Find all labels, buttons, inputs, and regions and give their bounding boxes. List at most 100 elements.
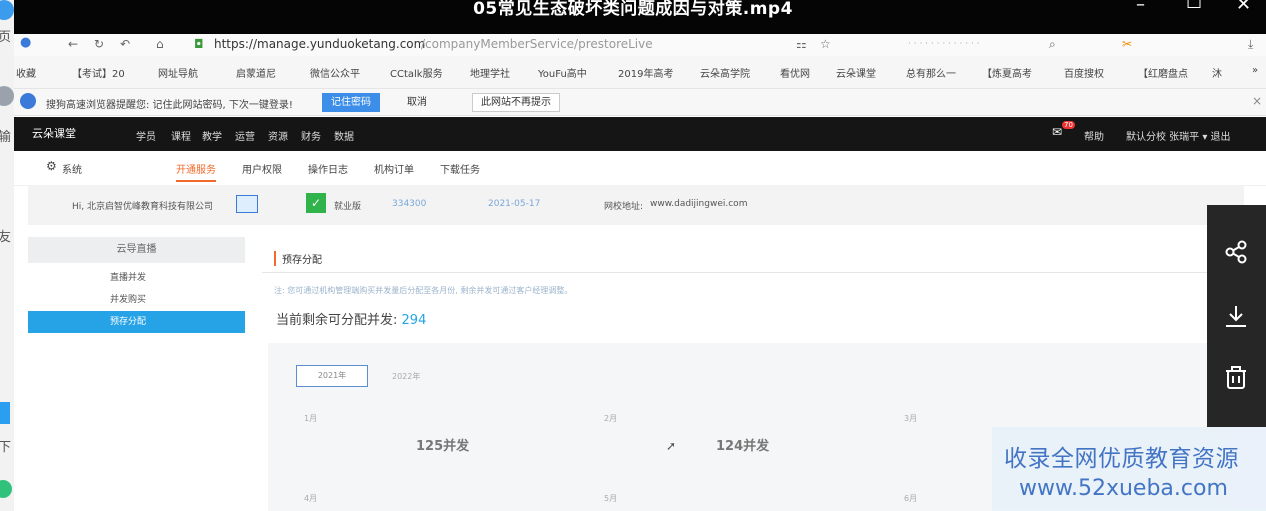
tab-user-permission[interactable]: 用户权限 xyxy=(242,161,282,176)
month-label: 3月 xyxy=(904,414,918,423)
home-icon[interactable]: ⌂ xyxy=(156,37,164,51)
password-prompt-text: 搜狗高速浏览器提醒您: 记住此网站密码, 下次一键登录! xyxy=(46,100,293,111)
tool-icon[interactable]: ✂ xyxy=(1122,37,1132,51)
close-prompt-icon[interactable]: × xyxy=(1252,94,1262,108)
bookmark[interactable]: 地理学社 xyxy=(470,65,510,80)
url-host[interactable]: https://manage.yunduoketang.com xyxy=(214,37,425,51)
brand-logo[interactable]: 云朵课堂 xyxy=(32,125,76,141)
bookmark[interactable]: 沐 xyxy=(1212,65,1222,80)
system-label: 系统 xyxy=(62,165,82,176)
month-label: 5月 xyxy=(604,494,618,503)
back-icon[interactable]: ← xyxy=(68,37,78,51)
maximize-button[interactable]: ☐ xyxy=(1186,0,1202,13)
address-bar[interactable]: ● ← ↻ ↶ ⌂ ◘ https://manage.yunduoketang.… xyxy=(14,34,1266,56)
bookmark[interactable]: 总有那么一 xyxy=(906,65,956,80)
share-icon[interactable] xyxy=(1223,239,1249,265)
nav-item[interactable]: 学员 xyxy=(136,128,156,143)
tip-text: 注: 您可通过机构管理端购买并发量后分配至各月份, 剩余并发可通过客户经理调整。 xyxy=(274,286,573,295)
strip-text: 友 xyxy=(0,230,12,245)
divider xyxy=(262,272,1242,273)
star-icon[interactable]: ☆ xyxy=(820,37,831,51)
tab-download-tasks[interactable]: 下载任务 xyxy=(440,161,480,176)
bookmark[interactable]: 网址导航 xyxy=(158,65,198,80)
bookmark[interactable]: 云朵课堂 xyxy=(836,65,876,80)
bookmark[interactable]: 启蒙道尼 xyxy=(236,65,276,80)
remaining-label: 当前剩余可分配并发: xyxy=(276,313,398,328)
left-panel-strip: 页 输 友 下 xyxy=(0,0,14,511)
grid-icon[interactable]: ⚏ xyxy=(796,37,807,51)
shield-icon: ● xyxy=(20,35,32,50)
bookmark[interactable]: 云朵高学院 xyxy=(700,65,750,80)
url-path[interactable]: /companyMemberService/prestoreLive xyxy=(421,37,653,51)
more-bookmarks-icon[interactable]: » xyxy=(1252,65,1258,76)
year-2022-button[interactable]: 2022年 xyxy=(392,371,420,382)
nav-item[interactable]: 运营 xyxy=(235,128,255,143)
message-badge: 70 xyxy=(1062,121,1075,129)
video-title: 05常见生态破坏类问题成因与对策.mp4 xyxy=(473,0,793,19)
cancel-button[interactable]: 取消 xyxy=(398,93,436,112)
help-link[interactable]: 帮助 xyxy=(1084,128,1104,143)
bookmarks-bar: 收藏 【考试】20 网址导航 启蒙道尼 微信公众平 CCtalk服务 地理学社 … xyxy=(14,56,1266,89)
info-icon xyxy=(20,93,36,109)
bookmark[interactable]: CCtalk服务 xyxy=(390,65,443,80)
watermark-line1: 收录全网优质教育资源 xyxy=(1004,446,1239,472)
check-badge-icon: ✓ xyxy=(306,193,326,213)
sidebar-item-concurrency-purchase[interactable]: 并发购买 xyxy=(28,289,245,311)
watermark-line2: www.52xueba.com xyxy=(1019,476,1228,501)
month-label: 6月 xyxy=(904,494,918,503)
bookmark[interactable]: 【考试】20 xyxy=(72,65,125,80)
gear-icon: ⚙ xyxy=(46,159,57,173)
month-value[interactable]: 125并发 xyxy=(416,435,469,454)
bookmark[interactable]: 百度搜权 xyxy=(1064,65,1104,80)
system-subnav: ⚙ 系统 开通服务 用户权限 操作日志 机构订单 下载任务 xyxy=(14,151,1266,186)
search-icon[interactable]: ⌕ xyxy=(1049,37,1056,52)
message-icon[interactable]: ✉ xyxy=(1052,125,1062,139)
bookmark[interactable]: 看优网 xyxy=(780,65,810,80)
sidebar-head: 云导直播 xyxy=(28,237,245,263)
undo-icon[interactable]: ↶ xyxy=(120,37,130,51)
video-side-toolbar xyxy=(1207,205,1266,427)
year-2021-button[interactable]: 2021年 xyxy=(296,365,368,387)
nav-item[interactable]: 资源 xyxy=(268,128,288,143)
user-icon xyxy=(0,86,14,106)
sidebar-item-live-concurrency[interactable]: 直播并发 xyxy=(28,267,245,289)
search-suggestion[interactable]: · · · · · · · · · · · · · xyxy=(908,39,980,49)
site-url[interactable]: www.dadijingwei.com xyxy=(650,199,747,209)
remaining-value: 294 xyxy=(401,313,427,328)
bookmark[interactable]: YouFu高中 xyxy=(538,65,587,80)
tab-org-orders[interactable]: 机构订单 xyxy=(374,161,414,176)
tab-open-service[interactable]: 开通服务 xyxy=(176,161,216,182)
user-menu[interactable]: 默认分校 张瑞平 ▾ 退出 xyxy=(1126,128,1231,143)
close-button[interactable]: ✕ xyxy=(1236,0,1251,15)
nav-item[interactable]: 教学 xyxy=(202,128,222,143)
bookmark[interactable]: 【炼夏高考 xyxy=(982,65,1032,80)
secure-icon: ◘ xyxy=(194,37,204,51)
download-icon[interactable]: ⤓ xyxy=(1248,37,1253,52)
trash-icon[interactable] xyxy=(1223,365,1249,391)
video-title-bar: 05常见生态破坏类问题成因与对策.mp4 – ☐ ✕ xyxy=(0,0,1266,34)
remaining-concurrency: 当前剩余可分配并发: 294 xyxy=(276,309,426,328)
never-remember-button[interactable]: 此网站不再提示 xyxy=(472,93,560,112)
expire-date: 2021-05-17 xyxy=(488,199,541,209)
bookmark[interactable]: 【红磨盘点 xyxy=(1138,65,1188,80)
minimize-button[interactable]: – xyxy=(1136,0,1145,15)
file-icon xyxy=(0,402,10,424)
vip-label: 就业版 xyxy=(334,202,362,212)
tab-operation-log[interactable]: 操作日志 xyxy=(308,161,348,176)
remember-password-button[interactable]: 记住密码 xyxy=(322,93,380,112)
id-card-icon[interactable] xyxy=(236,195,258,213)
nav-item[interactable]: 财务 xyxy=(301,128,321,143)
bookmark[interactable]: 微信公众平 xyxy=(310,65,360,80)
refresh-icon[interactable]: ↻ xyxy=(94,37,104,51)
cloud-icon xyxy=(0,480,12,498)
watermark: 收录全网优质教育资源 www.52xueba.com xyxy=(992,427,1266,511)
strip-text: 输 xyxy=(0,130,12,145)
month-label: 1月 xyxy=(304,414,318,423)
sidebar-item-prestore[interactable]: 预存分配 xyxy=(28,311,245,333)
nav-item[interactable]: 数据 xyxy=(334,128,354,143)
download-icon[interactable] xyxy=(1223,303,1249,329)
bookmark[interactable]: 2019年高考 xyxy=(618,65,673,80)
nav-item[interactable]: 课程 xyxy=(171,128,191,143)
month-value[interactable]: 124并发 xyxy=(716,435,769,454)
bookmark[interactable]: 收藏 xyxy=(16,65,36,80)
